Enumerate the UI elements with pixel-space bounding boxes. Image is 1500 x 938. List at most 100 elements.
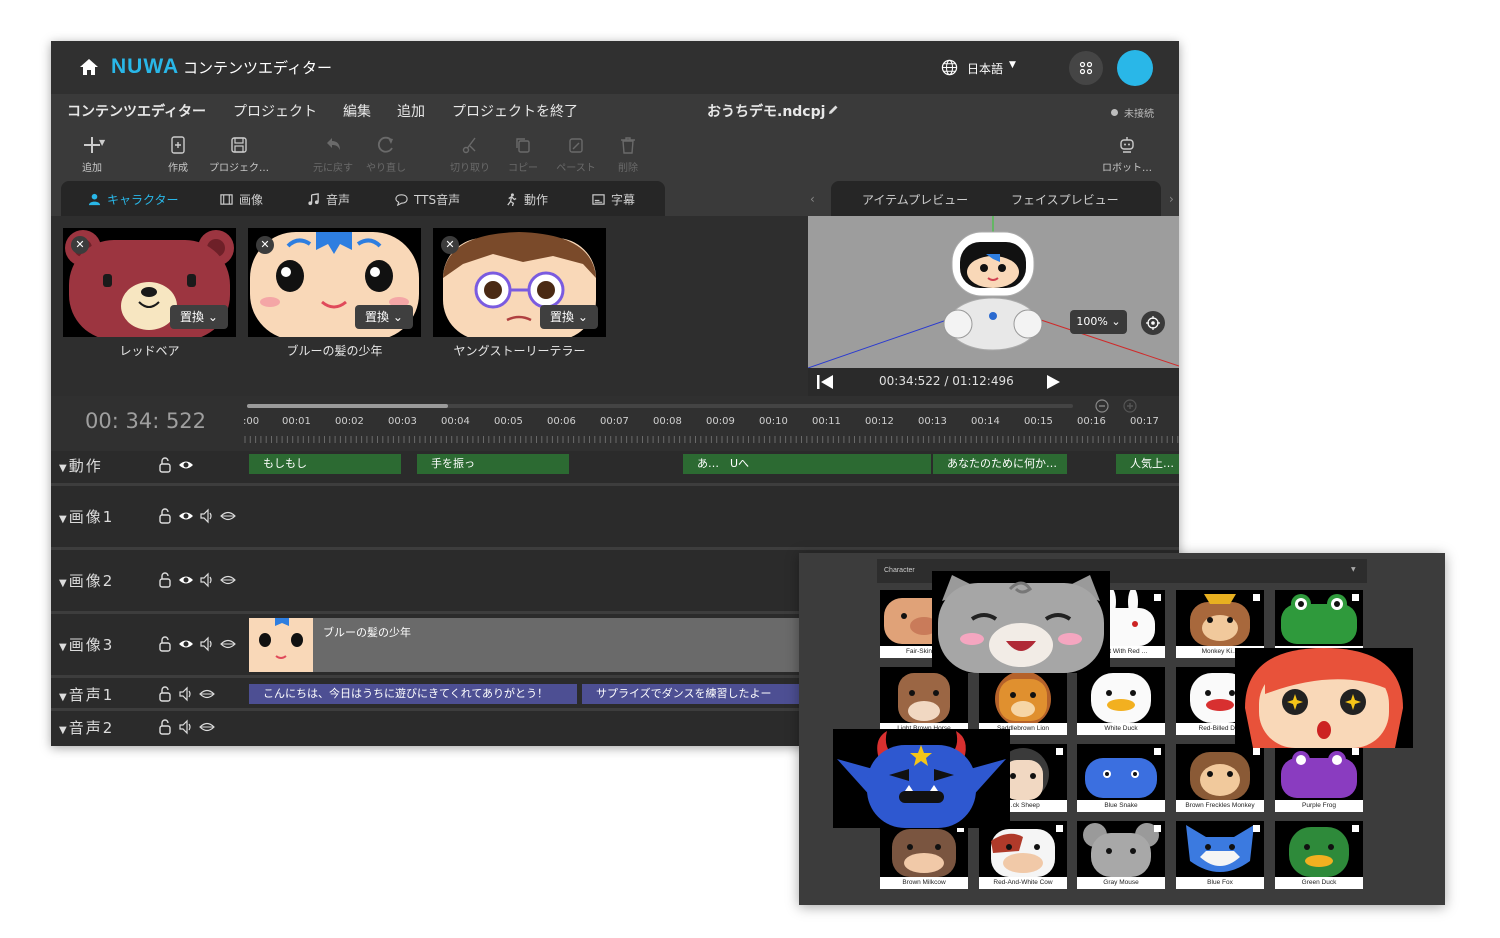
track-image2-label[interactable]: ▼画像2 <box>59 570 114 591</box>
select-checkbox[interactable] <box>1352 594 1359 601</box>
speaker-icon[interactable] <box>178 686 194 702</box>
add-button[interactable]: 追加 <box>57 135 127 174</box>
eye-icon[interactable] <box>178 457 194 473</box>
track-motion-label[interactable]: ▼動作 <box>59 455 103 476</box>
tab-item-preview[interactable]: アイテムプレビュー <box>862 191 968 208</box>
tab-audio[interactable]: 音声 <box>307 191 350 208</box>
character-card-red-bear[interactable]: ✕ 置換 ⌄ <box>63 228 236 337</box>
motion-clip[interactable]: 手を振っ <box>417 454 569 474</box>
zoom-selector[interactable]: 100% ⌄ <box>1070 310 1127 334</box>
eye-icon[interactable] <box>178 508 194 524</box>
zoom-in-icon[interactable] <box>1123 399 1137 413</box>
unlock-icon[interactable] <box>157 508 173 524</box>
select-checkbox[interactable] <box>1056 825 1063 832</box>
redo-button[interactable]: やり直し <box>351 135 421 174</box>
character-card-blue-hair-boy[interactable]: ✕ 置換 ⌄ <box>248 228 421 337</box>
project-filename[interactable]: おうちデモ.ndcpj <box>707 101 825 121</box>
select-checkbox[interactable] <box>1352 748 1359 755</box>
unlock-icon[interactable] <box>157 719 173 735</box>
select-checkbox[interactable] <box>1154 594 1161 601</box>
delete-button[interactable]: 削除 <box>593 135 663 174</box>
lips-icon[interactable] <box>220 572 236 588</box>
select-checkbox[interactable] <box>1352 825 1359 832</box>
apps-grid-button[interactable] <box>1069 51 1103 85</box>
robot-button[interactable]: ロボット… <box>1092 135 1162 174</box>
user-avatar[interactable] <box>1117 50 1153 86</box>
character-grid-item[interactable]: White Duck <box>1077 667 1165 735</box>
unlock-icon[interactable] <box>157 686 173 702</box>
unlock-icon[interactable] <box>157 636 173 652</box>
robot-preview-viewport[interactable]: 100% ⌄ <box>808 216 1179 368</box>
timeline-scroll-thumb[interactable] <box>247 404 448 408</box>
tab-character[interactable]: キャラクター <box>88 191 179 208</box>
chevron-left-icon[interactable]: ‹ <box>810 192 815 206</box>
lips-icon[interactable] <box>199 719 215 735</box>
speaker-icon[interactable] <box>199 508 215 524</box>
chevron-right-icon[interactable]: › <box>1169 192 1174 206</box>
character-grid-item[interactable]: Blue Snake <box>1077 744 1165 812</box>
red-hair-girl-drag-preview[interactable] <box>1235 648 1413 748</box>
character-grid-item[interactable]: Brown Freckles Monkey <box>1176 744 1264 812</box>
speaker-icon[interactable] <box>199 636 215 652</box>
unlock-icon[interactable] <box>157 457 173 473</box>
character-grid-item[interactable]: Light Brown Horse <box>880 667 968 735</box>
select-checkbox[interactable] <box>1253 594 1260 601</box>
add-dropdown-caret[interactable]: ▼ <box>99 138 105 147</box>
gray-cat-drag-preview[interactable] <box>932 571 1110 673</box>
track-image3-label[interactable]: ▼画像3 <box>59 634 114 655</box>
speaker-icon[interactable] <box>178 719 194 735</box>
select-checkbox[interactable] <box>1154 748 1161 755</box>
eye-icon[interactable] <box>178 572 194 588</box>
skip-start-icon[interactable] <box>816 374 834 390</box>
select-checkbox[interactable] <box>1056 748 1063 755</box>
remove-character-button[interactable]: ✕ <box>71 236 89 254</box>
remove-character-button[interactable]: ✕ <box>256 236 274 254</box>
menu-edit[interactable]: 編集 <box>343 101 371 121</box>
lips-icon[interactable] <box>199 686 215 702</box>
character-card-young-storyteller[interactable]: ✕ 置換 ⌄ <box>433 228 606 337</box>
character-grid-item[interactable]: Brown Milkcow <box>880 821 968 889</box>
recenter-button[interactable] <box>1141 311 1165 335</box>
track-audio2-label[interactable]: ▼音声2 <box>59 717 114 738</box>
motion-clip[interactable]: あ… Uへ <box>683 454 931 474</box>
character-grid-item[interactable]: Red-And-White Cow <box>979 821 1067 889</box>
speaker-icon[interactable] <box>199 572 215 588</box>
menu-exit-project[interactable]: プロジェクトを終了 <box>452 101 578 121</box>
unlock-icon[interactable] <box>157 572 173 588</box>
zoom-out-icon[interactable] <box>1095 399 1109 413</box>
pencil-icon[interactable] <box>827 104 839 116</box>
track-image1-label[interactable]: ▼画像1 <box>59 506 114 527</box>
character-grid-item[interactable]: Gray Mouse <box>1077 821 1165 889</box>
lips-icon[interactable] <box>220 508 236 524</box>
tab-motion[interactable]: 動作 <box>505 191 548 208</box>
character-grid-item[interactable]: Purple Frog <box>1275 744 1363 812</box>
replace-button[interactable]: 置換 ⌄ <box>170 305 228 329</box>
remove-character-button[interactable]: ✕ <box>441 236 459 254</box>
audio-clip[interactable]: こんにちは、今日はうちに遊びにきてくれてありがとう！ <box>249 684 577 704</box>
motion-clip[interactable]: あなたのために何か… <box>933 454 1067 474</box>
select-checkbox[interactable] <box>1253 825 1260 832</box>
tab-face-preview[interactable]: フェイスプレビュー <box>1011 191 1119 208</box>
menu-project[interactable]: プロジェクト <box>233 101 317 121</box>
replace-button[interactable]: 置換 ⌄ <box>540 305 598 329</box>
motion-clip[interactable]: もしもし <box>249 454 401 474</box>
blue-demon-drag-preview[interactable] <box>833 729 1010 828</box>
home-icon[interactable] <box>79 58 99 76</box>
menu-add[interactable]: 追加 <box>397 101 425 121</box>
language-selector[interactable]: 日本語 <box>967 60 1003 77</box>
play-icon[interactable] <box>1045 374 1061 390</box>
project-save-button[interactable]: プロジェク… <box>204 135 274 174</box>
character-grid-item[interactable]: Saddlebrown Lion <box>979 667 1067 735</box>
character-grid-item[interactable]: Blue Fox <box>1176 821 1264 889</box>
select-checkbox[interactable] <box>1253 748 1260 755</box>
tab-subtitle[interactable]: 字幕 <box>592 191 635 208</box>
track-audio1-label[interactable]: ▼音声1 <box>59 684 114 705</box>
tab-image[interactable]: 画像 <box>220 191 263 208</box>
time-ruler[interactable]: :00 00:01 00:02 00:03 00:04 00:05 00:06 00:07 00… <box>243 416 1179 446</box>
select-checkbox[interactable] <box>1154 825 1161 832</box>
character-grid-item[interactable]: Green Duck <box>1275 821 1363 889</box>
lips-icon[interactable] <box>220 636 236 652</box>
menu-content-editor[interactable]: コンテンツエディター <box>67 101 206 121</box>
tab-tts[interactable]: TTS音声 <box>395 191 460 208</box>
replace-button[interactable]: 置換 ⌄ <box>355 305 413 329</box>
